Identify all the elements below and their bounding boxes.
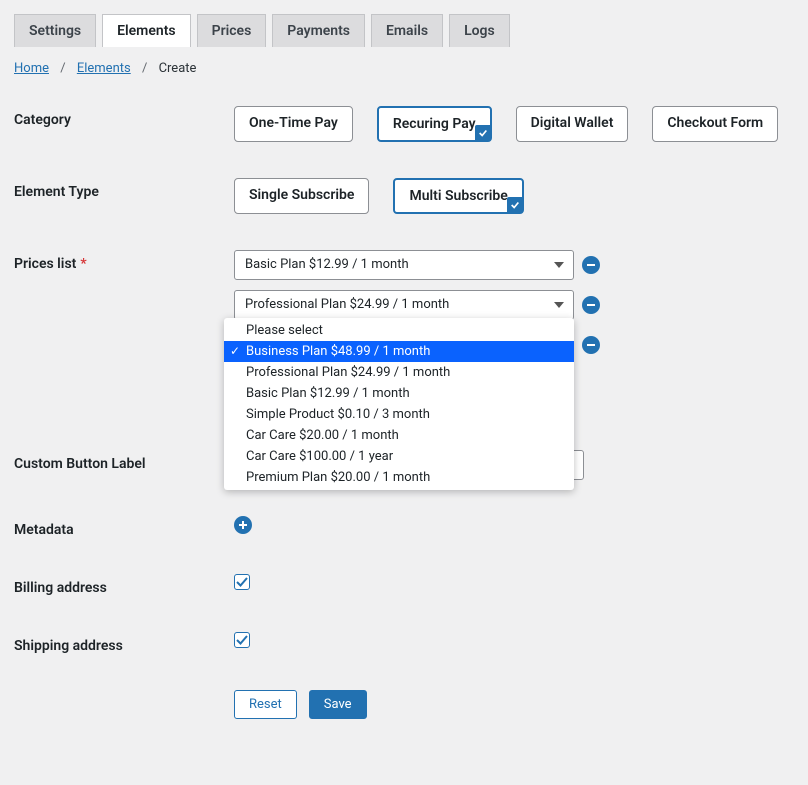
label-billing: Billing address: [14, 574, 234, 596]
dropdown-option[interactable]: Simple Product $0.10 / 3 month: [224, 404, 574, 425]
tab-logs[interactable]: Logs: [449, 14, 510, 47]
dropdown-option[interactable]: Basic Plan $12.99 / 1 month: [224, 383, 574, 404]
tabs: Settings Elements Prices Payments Emails…: [0, 0, 808, 47]
category-recurring[interactable]: Recuring Pay: [377, 106, 492, 142]
checkmark-icon: [507, 197, 523, 213]
label-category: Category: [14, 106, 234, 128]
label-custom-button: Custom Button Label: [14, 450, 234, 472]
tab-prices[interactable]: Prices: [197, 14, 267, 47]
price-select-1[interactable]: Professional Plan $24.99 / 1 month: [234, 290, 574, 320]
price-dropdown: Please selectBusiness Plan $48.99 / 1 mo…: [224, 318, 574, 490]
label-prices-list: Prices list*: [14, 250, 234, 272]
remove-price-button[interactable]: [582, 296, 600, 314]
remove-price-button[interactable]: [582, 336, 600, 354]
category-checkout[interactable]: Checkout Form: [652, 106, 778, 142]
breadcrumb-create: Create: [159, 61, 197, 76]
dropdown-option[interactable]: Car Care $100.00 / 1 year: [224, 446, 574, 467]
tab-payments[interactable]: Payments: [272, 14, 365, 47]
checkmark-icon: [475, 125, 491, 141]
remove-price-button[interactable]: [582, 256, 600, 274]
breadcrumb-home[interactable]: Home: [14, 61, 49, 76]
label-shipping: Shipping address: [14, 632, 234, 654]
category-onetime[interactable]: One-Time Pay: [234, 106, 353, 142]
save-button[interactable]: Save: [309, 690, 367, 719]
dropdown-option[interactable]: Business Plan $48.99 / 1 month: [224, 341, 574, 362]
billing-checkbox[interactable]: [234, 574, 250, 590]
dropdown-option[interactable]: Please select: [224, 320, 574, 341]
category-digital[interactable]: Digital Wallet: [516, 106, 629, 142]
dropdown-option[interactable]: Car Care $20.00 / 1 month: [224, 425, 574, 446]
element-type-multi[interactable]: Multi Subscribe: [393, 178, 523, 214]
tab-emails[interactable]: Emails: [371, 14, 443, 47]
add-metadata-button[interactable]: [234, 516, 252, 534]
tab-settings[interactable]: Settings: [14, 14, 96, 47]
shipping-checkbox[interactable]: [234, 632, 250, 648]
label-metadata: Metadata: [14, 516, 234, 538]
dropdown-option[interactable]: Professional Plan $24.99 / 1 month: [224, 362, 574, 383]
tab-elements[interactable]: Elements: [102, 14, 190, 47]
label-element-type: Element Type: [14, 178, 234, 200]
breadcrumb: Home / Elements / Create: [14, 47, 794, 106]
price-select-0[interactable]: Basic Plan $12.99 / 1 month: [234, 250, 574, 280]
reset-button[interactable]: Reset: [234, 690, 297, 719]
breadcrumb-elements[interactable]: Elements: [77, 61, 131, 76]
element-type-single[interactable]: Single Subscribe: [234, 178, 369, 214]
dropdown-option[interactable]: Premium Plan $20.00 / 1 month: [224, 467, 574, 488]
